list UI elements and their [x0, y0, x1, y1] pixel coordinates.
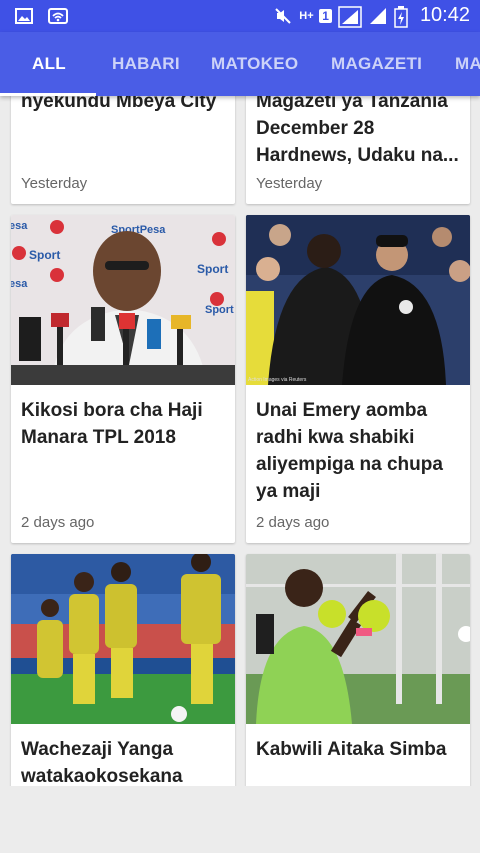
status-right: H+ 1 10:42	[273, 4, 470, 28]
svg-text:Action Images via Reuters: Action Images via Reuters	[248, 377, 307, 383]
sim-indicator: 1	[319, 8, 332, 23]
card-image-stadium-confrontation: Action Images via Reuters	[246, 215, 470, 385]
news-card[interactable]: Magazeti ya Tanzania December 28 Hardnew…	[246, 96, 470, 204]
gallery-icon	[14, 6, 34, 26]
signal-icon	[368, 6, 388, 26]
card-title: Unai Emery aomba radhi kwa shabiki aliye…	[256, 400, 443, 502]
card-title: nyekundu Mbeya City	[21, 96, 217, 112]
card-title: Wachezaji Yanga watakaokosekana	[21, 739, 183, 786]
clock: 10:42	[419, 4, 470, 26]
category-tab-bar: ALL HABARI MATOKEO MAGAZETI MA	[0, 32, 480, 96]
card-image-team-training	[11, 554, 235, 724]
battery-icon	[394, 5, 408, 28]
card-timestamp: 2 days ago	[21, 514, 95, 531]
status-bar: H+ 1 10:42	[0, 0, 480, 32]
svg-text:Sport: Sport	[29, 248, 60, 262]
status-left	[14, 6, 68, 26]
news-card[interactable]: Kabwili Aitaka Simba	[246, 554, 470, 786]
network-type-label: H+	[299, 9, 314, 22]
wifi-icon	[48, 6, 68, 26]
tab-magazeti[interactable]: MAGAZETI	[331, 32, 422, 96]
card-timestamp: 2 days ago	[256, 514, 330, 531]
card-title: Magazeti ya Tanzania December 28 Hardnew…	[256, 96, 459, 166]
signal-icon	[338, 5, 362, 28]
svg-text:Sport: Sport	[205, 304, 234, 316]
card-image-press-conference: esa SportPesa Sport Sport esa Sport	[11, 215, 235, 385]
news-card[interactable]: nyekundu Mbeya City Yesterday	[11, 96, 235, 204]
tab-partial[interactable]: MA	[455, 32, 480, 96]
svg-text:Sport: Sport	[197, 262, 228, 276]
news-feed[interactable]: nyekundu Mbeya City Yesterday Magazeti y…	[0, 96, 480, 786]
active-tab-indicator	[0, 93, 96, 96]
mute-icon	[273, 6, 293, 26]
tab-all[interactable]: ALL	[32, 32, 66, 96]
svg-text:esa: esa	[11, 278, 28, 290]
news-card[interactable]: Wachezaji Yanga watakaokosekana	[11, 554, 235, 786]
news-card[interactable]: esa SportPesa Sport Sport esa Sport Kiko…	[11, 215, 235, 543]
card-title: Kabwili Aitaka Simba	[256, 739, 447, 760]
card-title: Kikosi bora cha Haji Manara TPL 2018	[21, 400, 203, 448]
tab-matokeo[interactable]: MATOKEO	[211, 32, 298, 96]
news-card[interactable]: Action Images via Reuters Unai Emery aom…	[246, 215, 470, 543]
tab-habari[interactable]: HABARI	[112, 32, 180, 96]
card-image-goalkeeper	[246, 554, 470, 724]
bottom-blank-area	[0, 786, 480, 853]
card-timestamp: Yesterday	[21, 175, 88, 192]
svg-text:esa: esa	[11, 220, 28, 232]
card-timestamp: Yesterday	[256, 175, 323, 192]
